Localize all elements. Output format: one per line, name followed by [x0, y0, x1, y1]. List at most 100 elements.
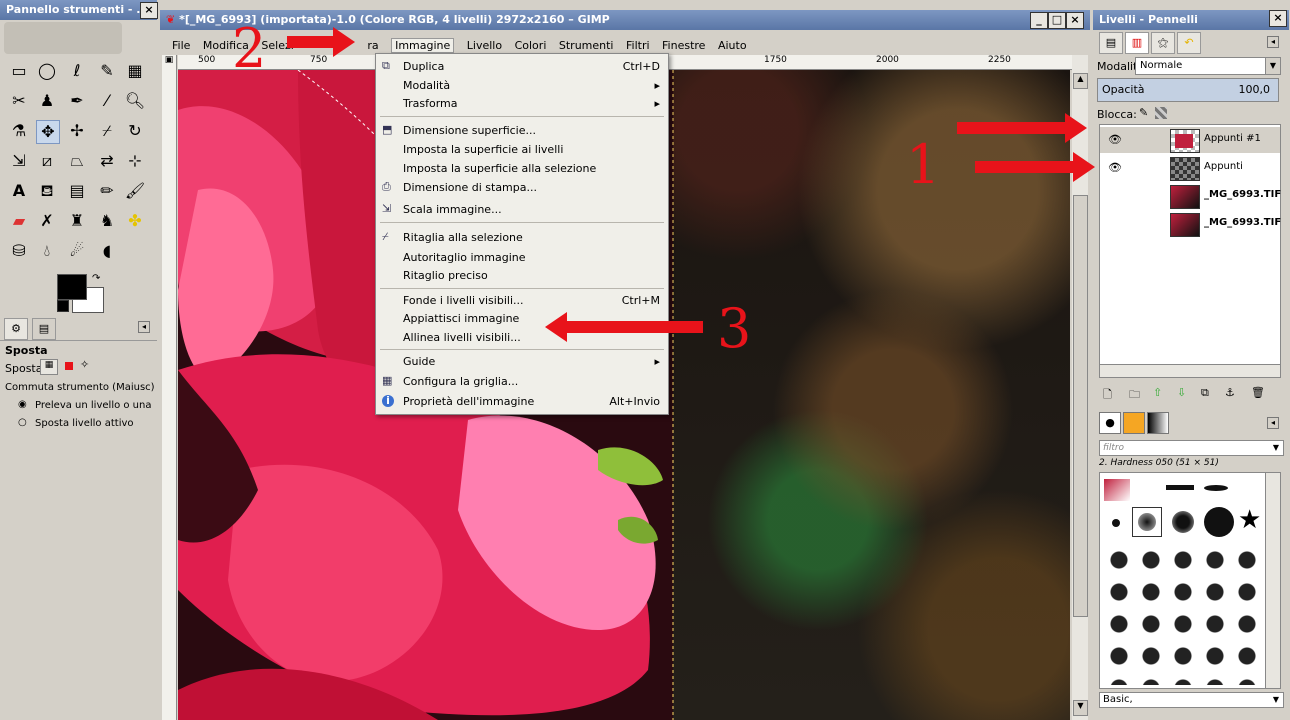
device-status-tab-icon[interactable]: ▤ [32, 318, 56, 340]
scroll-thumb[interactable] [1073, 195, 1088, 617]
star-brush-icon[interactable]: ★ [1238, 505, 1261, 535]
menu-item-dimensione-superficie[interactable]: ⬒ Dimensione superficie... [376, 122, 668, 140]
color-select-icon[interactable]: ▦ [124, 60, 146, 82]
airbrush-icon[interactable]: ✗ [36, 210, 58, 232]
brush-grid[interactable]: ★ [1099, 472, 1266, 689]
menu-item-guide[interactable]: Guide ▸ [376, 353, 668, 371]
brush-texture-rows[interactable] [1104, 545, 1264, 685]
brush-item[interactable] [1166, 485, 1194, 490]
scissors-icon[interactable]: ✂ [8, 90, 30, 112]
menu-item-dimensione-stampa[interactable]: ⎙ Dimensione di stampa... [376, 179, 668, 197]
blend-icon[interactable]: ▤ [66, 180, 88, 202]
option-pick-layer-radio[interactable]: ◉ [18, 399, 27, 410]
brush-item[interactable] [1172, 511, 1194, 533]
opacity-slider[interactable]: Opacità 100,0 [1097, 78, 1279, 102]
menu-item-modalita[interactable]: Modalità ▸ [376, 77, 668, 95]
scroll-up-icon[interactable]: ▲ [1073, 73, 1088, 89]
tab-menu-icon[interactable]: ◂ [138, 321, 150, 333]
layer-row[interactable]: _MG_6993.TIF [1100, 211, 1281, 237]
menu-item-autoritaglio[interactable]: Autoritaglio immagine [376, 249, 668, 267]
flip-icon[interactable]: ⇄ [96, 150, 118, 172]
ink-icon[interactable]: ♜ [66, 210, 88, 232]
brush-item[interactable] [1204, 507, 1234, 537]
paths-tab-icon[interactable]: ⚝ [1151, 32, 1175, 54]
menu-strumenti[interactable]: Strumenti [559, 39, 614, 52]
undo-tab-icon[interactable]: ↶ [1177, 32, 1201, 54]
text-tool-icon[interactable]: A [8, 180, 30, 202]
chevron-down-icon[interactable]: ▼ [1273, 441, 1279, 455]
paths-icon[interactable]: ✒ [66, 90, 88, 112]
layer-row[interactable]: 👁︎ Appunti #1 [1100, 127, 1280, 153]
menu-item-trasforma[interactable]: Trasforma ▸ [376, 95, 668, 113]
chevron-down-icon[interactable]: ▼ [1273, 693, 1279, 707]
layers-tab-icon[interactable]: ▤ [1099, 32, 1123, 54]
foreground-color-swatch[interactable] [57, 274, 87, 300]
paintbrush-icon[interactable]: 🖌︎ [124, 180, 146, 202]
color-picker-icon[interactable]: ⁄ [96, 90, 118, 112]
gradients-tab-icon[interactable] [1147, 412, 1169, 434]
menu-item-configura-griglia[interactable]: ▦ Configura la griglia... [376, 373, 668, 391]
brushes-tab-menu-icon[interactable]: ◂ [1267, 417, 1279, 429]
menu-item-proprieta[interactable]: i Proprietà dell'immagine Alt+Invio [376, 393, 668, 411]
layer-row[interactable]: 👁︎ Appunti [1100, 155, 1280, 181]
default-colors-icon[interactable] [57, 300, 69, 312]
move-path-toggle[interactable]: ✧ [80, 358, 89, 371]
heal-icon[interactable]: ✤ [124, 210, 146, 232]
blur-icon[interactable]: 💧︎ [36, 240, 58, 262]
rotate-icon[interactable]: ↻ [124, 120, 146, 142]
mode-select[interactable]: Normale ▼ [1135, 57, 1281, 75]
menu-item-superficie-livelli[interactable]: Imposta la superficie ai livelli [376, 141, 668, 159]
duplicate-layer-icon[interactable]: ⧉ [1201, 386, 1209, 400]
tool-options-tab-icon[interactable]: ⚙ [4, 318, 28, 340]
smudge-icon[interactable]: ☄ [66, 240, 88, 262]
menu-aiuto[interactable]: Aiuto [718, 39, 747, 52]
eye-icon[interactable]: 👁︎ [1108, 133, 1122, 146]
eye-icon[interactable]: 👁︎ [1108, 161, 1122, 174]
eraser-icon[interactable]: ▰ [8, 210, 30, 232]
dodge-burn-icon[interactable]: ◖ [96, 240, 118, 262]
brush-scrollbar[interactable] [1265, 472, 1281, 689]
quick-mask-icon[interactable]: ▣ [162, 55, 176, 69]
move-layer-toggle[interactable]: ▦ [40, 359, 58, 375]
brush-selected[interactable] [1132, 507, 1162, 537]
menu-item-ritaglio-preciso[interactable]: Ritaglio preciso [376, 267, 668, 285]
move-selection-toggle[interactable] [65, 362, 73, 370]
vertical-ruler[interactable] [162, 55, 177, 720]
dock-close-button[interactable]: × [1269, 10, 1287, 27]
measure-icon[interactable]: ⚗ [8, 120, 30, 142]
option-active-layer-radio[interactable]: ○ [18, 417, 27, 428]
scroll-down-icon[interactable]: ▼ [1073, 700, 1088, 716]
channels-tab-icon[interactable]: ▥ [1125, 32, 1149, 54]
brush-tag-input[interactable]: Basic, ▼ [1099, 692, 1284, 708]
brush-filter-input[interactable]: filtro ▼ [1099, 440, 1284, 456]
layers-hscrollbar[interactable] [1099, 364, 1281, 378]
swap-colors-icon[interactable]: ↷ [92, 273, 100, 284]
menu-immagine[interactable]: Immagine [391, 38, 455, 53]
perspective-icon[interactable]: ⏢ [66, 150, 88, 172]
brush-item[interactable] [1112, 519, 1120, 527]
scale-tool-icon[interactable]: ⇲ [8, 150, 30, 172]
chevron-down-icon[interactable]: ▼ [1265, 58, 1280, 74]
delete-layer-icon[interactable]: 🗑︎ [1251, 386, 1265, 399]
raise-layer-icon[interactable]: ⇧ [1153, 386, 1162, 399]
new-layer-group-icon[interactable]: 🗀 [1129, 386, 1140, 405]
fuzzy-select-icon[interactable]: ✎ [96, 60, 118, 82]
menu-finestre[interactable]: Finestre [662, 39, 705, 52]
menu-item-scala-immagine[interactable]: ⇲ Scala immagine... [376, 201, 668, 219]
zoom-icon[interactable]: 🔍︎ [124, 90, 146, 112]
pencil-icon[interactable]: ✏ [96, 180, 118, 202]
patterns-tab-icon[interactable] [1123, 412, 1145, 434]
menu-item-superficie-selezione[interactable]: Imposta la superficie alla selezione [376, 160, 668, 178]
brushes-tab-icon[interactable]: ● [1099, 412, 1121, 434]
menu-item-ritaglia-selezione[interactable]: ⌿ Ritaglia alla selezione [376, 229, 668, 247]
crop-tool-icon[interactable]: ⌿ [96, 120, 118, 142]
menu-livello[interactable]: Livello [467, 39, 502, 52]
menu-file[interactable]: File [172, 39, 190, 52]
menu-item-duplica[interactable]: ⧉ Duplica Ctrl+D [376, 58, 668, 76]
new-layer-icon[interactable]: 🗋 [1103, 386, 1112, 405]
close-button[interactable]: × [1066, 12, 1084, 29]
shear-icon[interactable]: ⧄ [36, 150, 58, 172]
minimize-button[interactable]: _ [1030, 12, 1048, 29]
ellipse-select-icon[interactable]: ◯ [36, 60, 58, 82]
cage-icon[interactable]: ⊹ [124, 150, 146, 172]
